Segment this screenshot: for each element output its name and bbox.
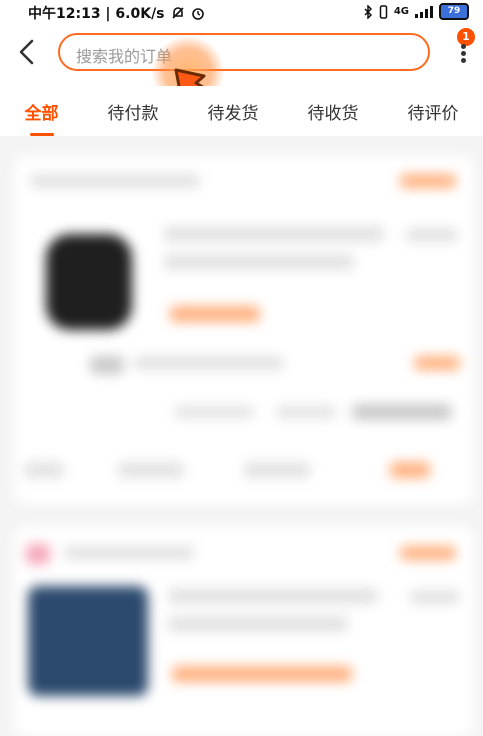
order-status-placeholder bbox=[400, 546, 456, 560]
product-image bbox=[46, 234, 132, 330]
product-title-placeholder bbox=[168, 588, 378, 604]
vibrate-icon bbox=[379, 4, 388, 19]
status-right: 4G 79 bbox=[363, 3, 469, 20]
product-price-placeholder bbox=[406, 228, 458, 242]
network-type-label: 4G bbox=[393, 6, 409, 17]
tab-pending-review[interactable]: 待评价 bbox=[402, 99, 465, 124]
product-image bbox=[28, 586, 148, 696]
status-left: 中午12:13 | 6.0K/s bbox=[28, 3, 205, 23]
order-card[interactable] bbox=[14, 156, 474, 504]
header: 搜索我的订单 1 bbox=[0, 24, 483, 126]
tab-pending-receipt[interactable]: 待收货 bbox=[302, 99, 365, 124]
tab-pending-payment[interactable]: 待付款 bbox=[102, 99, 165, 124]
order-card[interactable] bbox=[14, 526, 474, 736]
product-title-placeholder bbox=[164, 226, 384, 242]
summary-placeholder bbox=[276, 406, 336, 418]
summary-placeholder bbox=[174, 406, 254, 418]
order-tabs: 全部 待付款 待发货 待收货 待评价 bbox=[0, 86, 483, 136]
total-price-placeholder bbox=[414, 356, 460, 370]
shop-name-placeholder bbox=[30, 174, 200, 188]
more-dot bbox=[460, 58, 466, 63]
action-button-placeholder[interactable] bbox=[24, 462, 64, 478]
product-icon-placeholder bbox=[90, 356, 124, 374]
action-button-placeholder[interactable] bbox=[390, 462, 430, 478]
action-button-placeholder[interactable] bbox=[118, 462, 184, 478]
battery-indicator: 79 bbox=[439, 3, 469, 20]
chevron-left-icon bbox=[19, 39, 34, 65]
more-button[interactable] bbox=[452, 42, 474, 72]
tab-all[interactable]: 全部 bbox=[19, 99, 65, 136]
vertical-ellipsis-icon bbox=[460, 44, 466, 49]
tab-pending-shipment[interactable]: 待发货 bbox=[202, 99, 265, 124]
product-price-placeholder bbox=[410, 590, 460, 604]
back-button[interactable] bbox=[14, 36, 40, 68]
shop-icon-placeholder bbox=[26, 544, 50, 564]
product-title-placeholder bbox=[164, 254, 354, 270]
status-bar: 中午12:13 | 6.0K/s 4G 79 bbox=[0, 0, 483, 24]
action-button-placeholder[interactable] bbox=[244, 462, 310, 478]
signal-icon bbox=[415, 5, 433, 18]
status-time-speed: 中午12:13 | 6.0K/s bbox=[28, 6, 165, 22]
order-list bbox=[0, 136, 483, 736]
bluetooth-icon bbox=[364, 4, 372, 19]
product-tag-placeholder bbox=[170, 306, 260, 322]
order-status-placeholder bbox=[400, 174, 456, 188]
more-dot bbox=[460, 51, 466, 56]
mute-bell-icon bbox=[171, 7, 184, 19]
summary-placeholder bbox=[352, 404, 452, 420]
product-title-placeholder bbox=[168, 616, 348, 632]
alarm-icon bbox=[191, 8, 204, 20]
shop-name-placeholder bbox=[64, 546, 194, 560]
product-info-placeholder bbox=[134, 356, 284, 370]
product-tag-placeholder bbox=[172, 666, 352, 682]
